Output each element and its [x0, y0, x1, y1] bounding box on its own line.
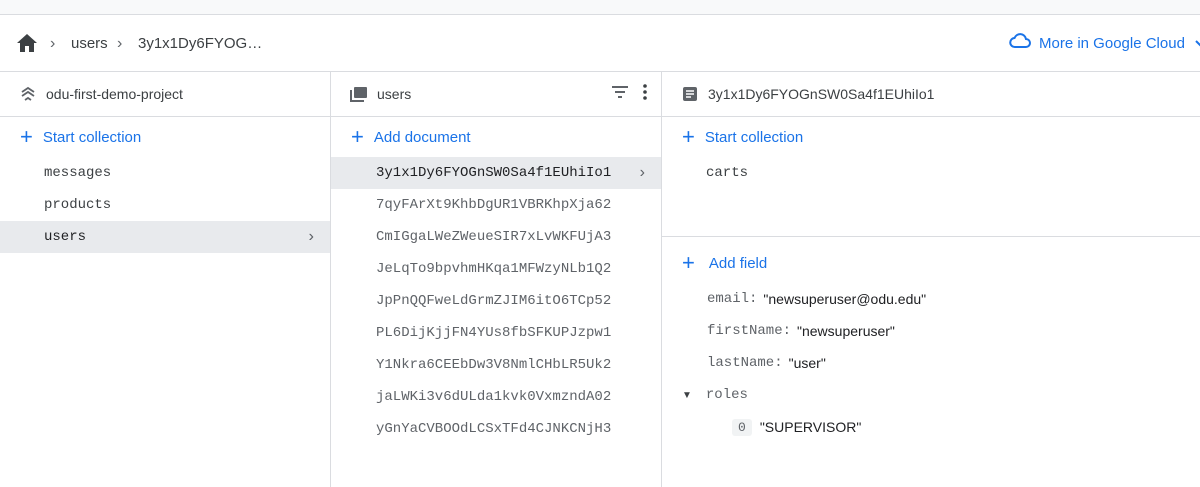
add-document-label: Add document — [373, 128, 471, 146]
caret-down-icon[interactable]: ▼ — [682, 390, 692, 401]
field-key: lastName: — [707, 355, 783, 371]
home-icon[interactable] — [16, 33, 38, 53]
document-item[interactable]: Y1Nkra6CEEbDw3V8NmlCHbLR5Uk2 — [331, 349, 661, 381]
plus-icon: + — [682, 124, 695, 149]
plus-icon: + — [20, 124, 33, 149]
collection-item-products[interactable]: products — [0, 189, 330, 221]
array-index: 0 — [732, 418, 752, 436]
document-column: 3y1x1Dy6FYOGnSW0Sa4f1EUhiIo1 + Start col… — [662, 72, 1200, 487]
add-document-button[interactable]: + Add document — [331, 117, 661, 157]
array-value: "SUPERVISOR" — [759, 419, 862, 435]
document-title: 3y1x1Dy6FYOGnSW0Sa4f1EUhiIo1 — [708, 86, 935, 102]
collection-column: users + Add document 3y1x1Dy6FYOGnSW0Sa4… — [331, 72, 662, 487]
collection-item-messages[interactable]: messages — [0, 157, 330, 189]
document-id: 3y1x1Dy6FYOGnSW0Sa4f1EUhiIo1 — [376, 165, 612, 181]
collection-header: users — [331, 72, 661, 117]
start-collection-label: Start collection — [704, 128, 804, 146]
breadcrumb-item-document[interactable]: 3y1x1Dy6FYOG… — [138, 35, 262, 52]
collection-icon — [349, 84, 369, 104]
document-item[interactable]: 7qyFArXt9KhbDgUR1VBRKhpXja62 — [331, 189, 661, 221]
field-key: roles — [705, 387, 748, 403]
chevron-right-icon: › — [117, 35, 123, 52]
add-field-label: Add field — [708, 254, 768, 272]
field-row-lastname[interactable]: lastName: "user" — [662, 347, 1200, 379]
field-value: "newsuperuser" — [797, 323, 895, 339]
field-key: email: — [707, 291, 758, 307]
field-value: "user" — [788, 355, 826, 371]
field-key: firstName: — [707, 323, 792, 339]
start-collection-button[interactable]: + Start collection — [662, 117, 1200, 157]
document-item[interactable]: jaLWKi3v6dULda1kvk0VxmzndA02 — [331, 381, 661, 413]
firestore-icon — [18, 84, 38, 104]
start-collection-label: Start collection — [42, 128, 142, 146]
more-vert-icon[interactable] — [643, 84, 647, 103]
document-item[interactable]: JpPnQQFweLdGrmZJIM6itO6TCp52 — [331, 285, 661, 317]
start-collection-button[interactable]: + Start collection — [0, 117, 330, 157]
more-in-google-cloud-button[interactable]: More in Google Cloud — [1009, 33, 1200, 53]
document-item[interactable]: CmIGgaLWeZWeueSIR7xLvWKFUjA3 — [331, 221, 661, 253]
field-row-roles[interactable]: ▼ roles — [662, 379, 1200, 411]
document-item[interactable]: yGnYaCVBOOdLCSxTFd4CJNKCNjH3 — [331, 413, 661, 445]
more-in-google-cloud-label: More in Google Cloud — [1039, 34, 1185, 52]
chevron-right-icon: › — [50, 35, 56, 52]
chevron-right-icon: › — [306, 228, 316, 246]
project-header: odu-first-demo-project — [0, 72, 330, 117]
add-field-button[interactable]: + Add field — [662, 243, 1200, 283]
fields-list: + Add field email: "newsuperuser@odu.edu… — [662, 237, 1200, 443]
document-item[interactable]: JeLqTo9bpvhmHKqa1MFWzyNLb1Q2 — [331, 253, 661, 285]
filter-icon[interactable] — [611, 85, 629, 102]
collection-item-label: users — [44, 229, 87, 245]
document-header: 3y1x1Dy6FYOGnSW0Sa4f1EUhiIo1 — [662, 72, 1200, 117]
plus-icon: + — [351, 124, 364, 149]
collection-title: users — [377, 86, 412, 102]
plus-icon: + — [682, 250, 695, 275]
subcollection-list: + Start collection carts — [662, 117, 1200, 237]
field-value: "newsuperuser@odu.edu" — [763, 291, 927, 307]
document-item[interactable]: PL6DijKjjFN4YUs8fbSFKUPJzpw1 — [331, 317, 661, 349]
document-icon — [680, 84, 700, 104]
subcollection-item-carts[interactable]: carts — [662, 157, 1200, 189]
document-item[interactable]: 3y1x1Dy6FYOGnSW0Sa4f1EUhiIo1 › — [331, 157, 661, 189]
array-item[interactable]: 0 "SUPERVISOR" — [662, 411, 1200, 443]
breadcrumb-item-users[interactable]: users — [71, 35, 108, 52]
collection-item-users[interactable]: users › — [0, 221, 330, 253]
project-name: odu-first-demo-project — [46, 86, 183, 102]
chevron-down-icon — [1195, 35, 1200, 51]
field-row-firstname[interactable]: firstName: "newsuperuser" — [662, 315, 1200, 347]
field-row-email[interactable]: email: "newsuperuser@odu.edu" — [662, 283, 1200, 315]
cloud-icon — [1009, 33, 1031, 53]
firestore-panel: › users › 3y1x1Dy6FYOG… More in Google C… — [0, 14, 1200, 487]
breadcrumb: › users › 3y1x1Dy6FYOG… More in Google C… — [0, 15, 1200, 72]
root-column: odu-first-demo-project + Start collectio… — [0, 72, 331, 487]
chevron-right-icon: › — [639, 164, 645, 181]
